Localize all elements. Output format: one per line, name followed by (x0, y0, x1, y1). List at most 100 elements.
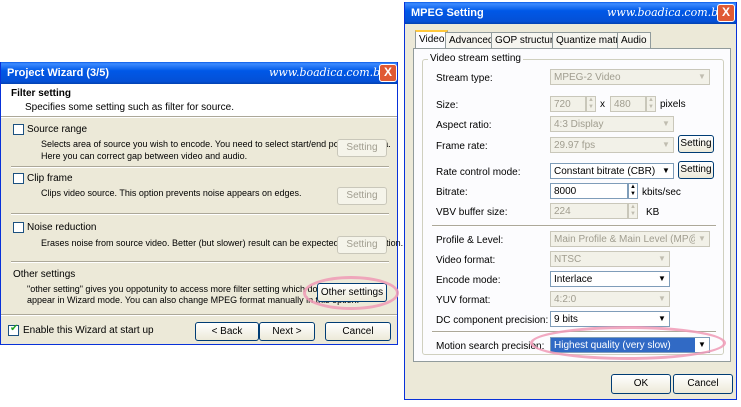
rate-control-value: Constant bitrate (CBR) (554, 166, 656, 177)
ok-button[interactable]: OK (611, 374, 671, 394)
source-range-checkbox[interactable] (13, 124, 24, 135)
chevron-down-icon: ▼ (659, 164, 673, 178)
profile-level-value: Main Profile & Main Level (MP@ML) (554, 234, 710, 245)
yuv-format-label: YUV format: (436, 295, 491, 306)
next-button[interactable]: Next > (259, 322, 315, 341)
aspect-ratio-value: 4:3 Display (554, 119, 604, 130)
rate-control-setting-button[interactable]: Setting (678, 161, 714, 179)
yuv-format-value: 4:2:0 (554, 294, 577, 305)
wizard-header-title: Filter setting (11, 88, 72, 99)
close-icon[interactable]: X (379, 64, 397, 82)
size-label: Size: (436, 100, 459, 111)
vbv-buffer-label: VBV buffer size: (436, 207, 508, 218)
motion-search-label: Motion search precision: (436, 341, 545, 352)
frame-rate-select[interactable]: 29.97 fps ▼ (550, 137, 674, 153)
bitrate-value: 8000 (554, 186, 577, 197)
size-unit-label: pixels (660, 99, 686, 110)
highlight-ring (530, 326, 726, 360)
encode-mode-select[interactable]: Interlace ▼ (550, 271, 670, 287)
vbv-buffer-value: 224 (554, 206, 571, 217)
header-divider (1, 116, 397, 118)
highlight-ring (303, 276, 399, 310)
dc-precision-value: 9 bits (554, 314, 578, 325)
height-value: 480 (614, 99, 631, 110)
wizard-watermark: www.boadica.com.br (269, 66, 386, 79)
vbv-buffer-input[interactable]: 224 (550, 203, 628, 219)
dc-precision-label: DC component precision: (436, 315, 549, 326)
mpeg-watermark: www.boadica.com.br (607, 6, 724, 19)
vbv-buffer-spinner[interactable]: ▲ ▼ (628, 203, 638, 219)
width-spinner[interactable]: ▲ ▼ (586, 96, 596, 112)
wizard-title: Project Wizard (3/5) (7, 67, 109, 79)
video-format-label: Video format: (436, 255, 496, 266)
divider (11, 166, 389, 168)
source-range-label: Source range (27, 124, 88, 135)
source-range-setting-button[interactable]: Setting (337, 139, 387, 157)
tab-audio[interactable]: Audio (617, 32, 651, 48)
chevron-down-icon: ▼ (655, 292, 669, 306)
encode-mode-label: Encode mode: (436, 275, 501, 286)
yuv-format-select[interactable]: 4:2:0 ▼ (550, 291, 670, 307)
enable-wizard-label: Enable this Wizard at start up (23, 325, 154, 336)
mpeg-cancel-button[interactable]: Cancel (673, 374, 733, 394)
profile-level-select[interactable]: Main Profile & Main Level (MP@ML) ▼ (550, 231, 710, 247)
width-value: 720 (554, 99, 571, 110)
mpeg-title: MPEG Setting (411, 7, 484, 19)
height-spinner[interactable]: ▲ ▼ (646, 96, 656, 112)
frame-rate-label: Frame rate: (436, 141, 488, 152)
wizard-titlebar[interactable]: Project Wizard (3/5) www.boadica.com.br … (1, 62, 397, 84)
other-settings-label: Other settings (13, 269, 76, 280)
wizard-header: Filter setting Specifies some setting su… (1, 84, 397, 116)
other-settings-desc: "other setting" gives you oppotunity to … (27, 284, 333, 294)
tab-advanced[interactable]: Advanced (445, 32, 498, 48)
project-wizard-window: Project Wizard (3/5) www.boadica.com.br … (0, 62, 403, 345)
video-tab-panel: Video stream setting Stream type: MPEG-2… (413, 48, 731, 362)
clip-frame-checkbox[interactable] (13, 173, 24, 184)
dc-precision-select[interactable]: 9 bits ▼ (550, 311, 670, 327)
back-button[interactable]: < Back (195, 322, 259, 341)
height-input[interactable]: 480 (610, 96, 646, 112)
rate-control-select[interactable]: Constant bitrate (CBR) ▼ (550, 163, 674, 179)
aspect-ratio-select[interactable]: 4:3 Display ▼ (550, 116, 674, 132)
clip-frame-label: Clip frame (27, 173, 73, 184)
frame-rate-value: 29.97 fps (554, 140, 596, 151)
rate-control-label: Rate control mode: (436, 167, 521, 178)
bitrate-label: Bitrate: (436, 187, 468, 198)
clip-frame-desc: Clips video source. This option prevents… (41, 188, 302, 198)
bitrate-input[interactable]: 8000 (550, 183, 628, 199)
chevron-down-icon: ▼ (655, 272, 669, 286)
divider (11, 261, 389, 263)
footer-divider (1, 314, 397, 316)
noise-reduction-setting-button[interactable]: Setting (337, 236, 387, 254)
encode-mode-value: Interlace (554, 274, 593, 285)
noise-reduction-label: Noise reduction (27, 222, 97, 233)
close-icon[interactable]: X (717, 4, 735, 22)
vbv-buffer-unit-label: KB (646, 207, 660, 218)
frame-rate-setting-button[interactable]: Setting (678, 135, 714, 153)
chevron-down-icon: ▼ (655, 312, 669, 326)
chevron-down-icon: ▼ (659, 117, 673, 131)
chevron-down-icon: ▼ (695, 70, 709, 84)
group-label: Video stream setting (428, 53, 523, 64)
video-format-select[interactable]: NTSC ▼ (550, 251, 670, 267)
bitrate-spinner[interactable]: ▲ ▼ (628, 183, 638, 199)
tab-video[interactable]: Video (415, 30, 449, 49)
stream-type-select[interactable]: MPEG-2 Video ▼ (550, 69, 710, 85)
clip-frame-setting-button[interactable]: Setting (337, 187, 387, 205)
chevron-down-icon: ▼ (695, 232, 709, 246)
source-range-desc-2: Here you can correct gap between video a… (41, 151, 248, 161)
aspect-ratio-label: Aspect ratio: (436, 120, 492, 131)
mpeg-titlebar[interactable]: MPEG Setting www.boadica.com.br X (405, 2, 736, 24)
noise-reduction-checkbox[interactable] (13, 222, 24, 233)
wizard-cancel-button[interactable]: Cancel (325, 322, 391, 341)
profile-level-label: Profile & Level: (436, 235, 504, 246)
stream-type-value: MPEG-2 Video (554, 72, 621, 83)
enable-wizard-checkbox[interactable] (8, 323, 19, 336)
chevron-down-icon: ▼ (659, 138, 673, 152)
wizard-header-subtitle: Specifies some setting such as filter fo… (25, 102, 234, 113)
stream-type-label: Stream type: (436, 73, 493, 84)
size-x-label: x (600, 99, 605, 110)
divider (11, 213, 389, 215)
bitrate-unit-label: kbits/sec (642, 187, 681, 198)
width-input[interactable]: 720 (550, 96, 586, 112)
